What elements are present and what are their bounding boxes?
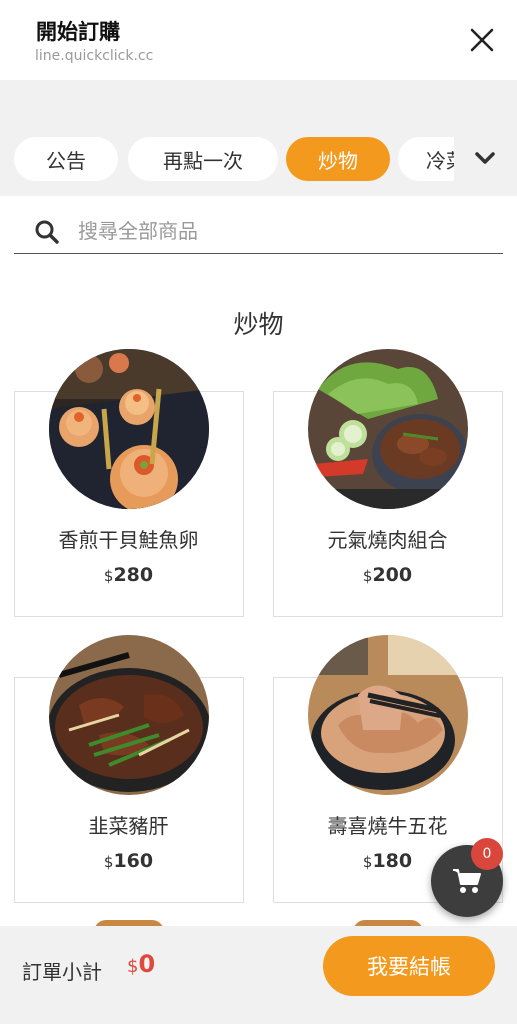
order-footer: 訂單小計 $0 我要結帳 [0, 926, 517, 1024]
item-name: 壽喜燒牛五花 [327, 814, 448, 838]
yakiniku-set-photo[interactable] [308, 349, 468, 509]
scallop-salmon-roe-photo[interactable] [49, 349, 209, 509]
category-tabs-bar: 公告 再點一次 炒物 冷菜 [0, 124, 517, 196]
tab-stir-fry[interactable]: 炒物 [286, 137, 390, 181]
chevron-down-icon[interactable] [470, 144, 500, 174]
subtotal-value: $0 [127, 950, 156, 978]
cart-count-badge: 0 [471, 838, 503, 870]
item-name: 香煎干貝鮭魚卵 [58, 528, 199, 552]
tab-announcement[interactable]: 公告 [14, 137, 118, 181]
item-price: $280 [103, 564, 154, 586]
sukiyaki-beef-photo[interactable] [308, 635, 468, 795]
item-name: 韭菜豬肝 [88, 814, 169, 838]
tab-reorder[interactable]: 再點一次 [128, 137, 278, 181]
item-price: $200 [362, 564, 413, 586]
tab-cold-dishes[interactable]: 冷菜 [398, 137, 454, 181]
item-name: 元氣燒肉組合 [327, 528, 448, 552]
header-spacer [0, 80, 517, 124]
search-bar [14, 208, 503, 254]
cart-icon [452, 867, 482, 895]
pork-liver-chives-photo[interactable] [49, 635, 209, 795]
header-bar: 開始訂購 line.quickclick.cc [0, 0, 517, 80]
search-input[interactable] [78, 214, 478, 248]
close-icon[interactable] [468, 26, 496, 54]
section-title: 炒物 [233, 310, 284, 339]
item-price: $160 [103, 850, 154, 872]
subtotal-label: 訂單小計 [22, 960, 102, 984]
checkout-button[interactable]: 我要結帳 [323, 936, 495, 996]
category-tabs[interactable]: 公告 再點一次 炒物 冷菜 [14, 137, 454, 183]
page-url: line.quickclick.cc [35, 48, 154, 64]
page-title: 開始訂購 [36, 20, 120, 44]
search-icon [34, 219, 60, 245]
